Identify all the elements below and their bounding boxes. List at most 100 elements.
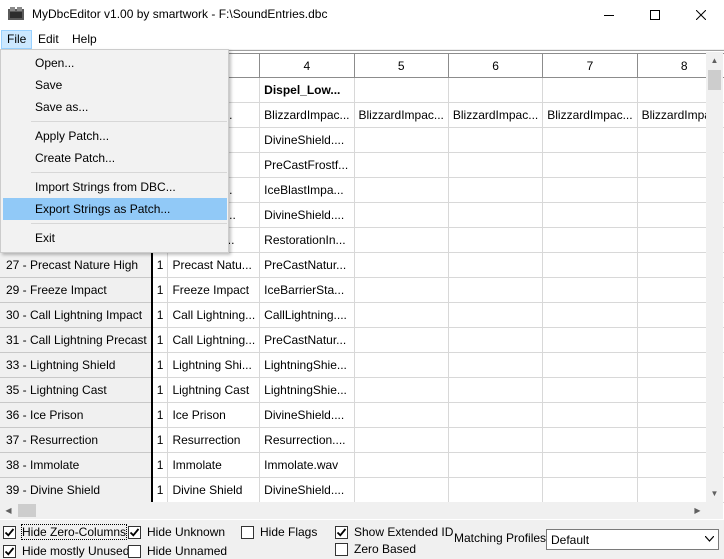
hide-unnamed-checkbox[interactable]: Hide Unnamed (128, 543, 227, 559)
table-cell[interactable] (448, 202, 544, 228)
table-cell[interactable] (542, 402, 638, 428)
vertical-scrollbar[interactable]: ▲ ▼ (706, 52, 723, 502)
table-cell[interactable] (354, 127, 449, 153)
table-cell[interactable]: Divine Shield (167, 477, 261, 503)
menu-apply-patch[interactable]: Apply Patch... (3, 125, 227, 147)
table-cell[interactable]: PreCastFrostf... (259, 152, 355, 178)
table-cell[interactable] (542, 427, 638, 453)
table-cell[interactable]: DivineShield.... (259, 127, 355, 153)
menu-exit[interactable]: Exit (3, 227, 227, 249)
scroll-right-icon[interactable]: ▶ (689, 502, 706, 519)
table-cell[interactable]: RestorationIn... (259, 227, 355, 253)
menu-save[interactable]: Save (3, 74, 227, 96)
scroll-left-icon[interactable]: ◀ (0, 502, 17, 519)
table-cell[interactable] (542, 77, 638, 103)
table-cell[interactable]: PreCastNatur... (259, 327, 355, 353)
table-cell[interactable] (542, 377, 638, 403)
checkbox-box[interactable] (3, 525, 16, 539)
table-cell[interactable]: Precast Natu... (167, 252, 261, 278)
table-cell[interactable] (542, 302, 638, 328)
table-cell[interactable]: 1 (151, 352, 169, 378)
table-cell[interactable] (542, 277, 638, 303)
table-cell[interactable] (354, 177, 449, 203)
row-header[interactable]: 38 - Immolate (0, 452, 153, 478)
table-cell[interactable]: 1 (151, 252, 169, 278)
zero-based-checkbox[interactable]: Zero Based (335, 541, 416, 557)
hide-mostly-unused-checkbox[interactable]: Hide mostly Unused (3, 543, 129, 559)
column-header[interactable]: 7 (542, 53, 638, 78)
table-cell[interactable] (542, 452, 638, 478)
row-header[interactable]: 35 - Lightning Cast (0, 377, 153, 403)
table-cell[interactable] (354, 477, 449, 503)
minimize-button[interactable] (586, 0, 632, 29)
table-cell[interactable] (542, 127, 638, 153)
checkbox-box[interactable] (128, 525, 141, 539)
table-cell[interactable] (354, 402, 449, 428)
close-button[interactable] (678, 0, 724, 29)
table-cell[interactable] (448, 127, 544, 153)
horizontal-scroll-thumb[interactable] (18, 504, 36, 517)
menu-edit[interactable]: Edit (33, 30, 64, 49)
table-cell[interactable]: 1 (151, 302, 169, 328)
table-cell[interactable] (448, 302, 544, 328)
table-cell[interactable]: Ice Prison (167, 402, 261, 428)
table-cell[interactable] (542, 352, 638, 378)
row-header[interactable]: 27 - Precast Nature High (0, 252, 153, 278)
column-header[interactable]: 5 (354, 53, 449, 78)
table-cell[interactable] (448, 327, 544, 353)
table-cell[interactable] (354, 252, 449, 278)
table-cell[interactable]: LightningShie... (259, 377, 355, 403)
horizontal-scrollbar[interactable]: ◀ ▶ (0, 502, 706, 519)
table-cell[interactable] (542, 152, 638, 178)
table-cell[interactable]: 1 (151, 402, 169, 428)
menu-create-patch[interactable]: Create Patch... (3, 147, 227, 169)
table-cell[interactable]: DivineShield.... (259, 402, 355, 428)
vertical-scroll-thumb[interactable] (708, 70, 721, 90)
menu-help[interactable]: Help (67, 30, 102, 49)
table-cell[interactable]: Call Lightning... (167, 302, 261, 328)
column-header[interactable]: 4 (259, 53, 355, 78)
hide-unknown-checkbox[interactable]: Hide Unknown (128, 524, 225, 540)
table-cell[interactable] (542, 477, 638, 503)
checkbox-box[interactable] (241, 525, 254, 539)
hide-zero-columns-checkbox[interactable]: Hide Zero-Columns (3, 524, 128, 540)
table-cell[interactable] (448, 402, 544, 428)
table-cell[interactable] (354, 227, 449, 253)
scroll-up-icon[interactable]: ▲ (706, 52, 723, 69)
table-cell[interactable]: BlizzardImpac... (542, 102, 638, 128)
table-cell[interactable] (448, 227, 544, 253)
table-cell[interactable] (542, 227, 638, 253)
table-cell[interactable]: 1 (151, 277, 169, 303)
table-cell[interactable]: Lightning Shi... (167, 352, 261, 378)
table-cell[interactable] (448, 452, 544, 478)
table-cell[interactable]: Immolate (167, 452, 261, 478)
checkbox-box[interactable] (128, 544, 141, 558)
matching-profiles-select[interactable]: Default (546, 529, 719, 550)
row-header[interactable]: 39 - Divine Shield (0, 477, 153, 503)
table-cell[interactable] (354, 77, 449, 103)
table-cell[interactable] (354, 327, 449, 353)
table-cell[interactable] (542, 327, 638, 353)
table-cell[interactable]: DivineShield.... (259, 202, 355, 228)
table-cell[interactable]: 1 (151, 327, 169, 353)
table-cell[interactable]: BlizzardImpac... (354, 102, 449, 128)
hide-flags-checkbox[interactable]: Hide Flags (241, 524, 317, 540)
table-cell[interactable] (354, 427, 449, 453)
table-cell[interactable] (448, 177, 544, 203)
checkbox-box[interactable] (335, 525, 348, 539)
table-cell[interactable] (448, 352, 544, 378)
table-cell[interactable]: 1 (151, 452, 169, 478)
table-cell[interactable]: 1 (151, 477, 169, 503)
table-cell[interactable] (354, 302, 449, 328)
table-cell[interactable]: IceBarrierSta... (259, 277, 355, 303)
table-cell[interactable]: Immolate.wav (259, 452, 355, 478)
table-cell[interactable] (354, 377, 449, 403)
table-cell[interactable]: Freeze Impact (167, 277, 261, 303)
row-header[interactable]: 29 - Freeze Impact (0, 277, 153, 303)
row-header[interactable]: 33 - Lightning Shield (0, 352, 153, 378)
maximize-button[interactable] (632, 0, 678, 29)
column-header[interactable]: 6 (448, 53, 544, 78)
checkbox-box[interactable] (335, 542, 348, 556)
table-cell[interactable]: Dispel_Low... (259, 77, 355, 103)
table-cell[interactable]: IceBlastImpa... (259, 177, 355, 203)
